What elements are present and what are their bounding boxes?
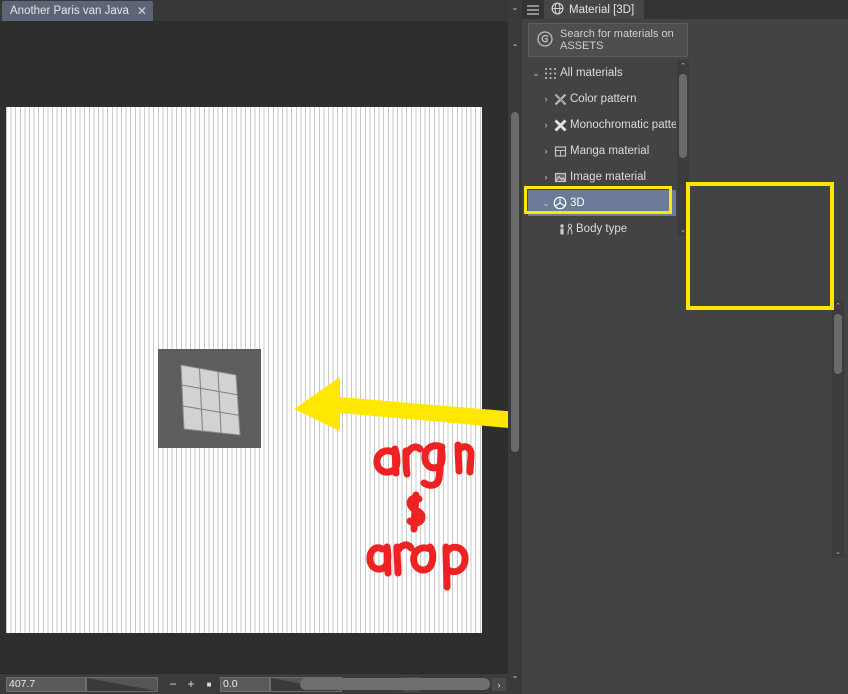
document-tab[interactable]: Another Paris van Java ✕ <box>2 1 153 21</box>
twisty-down-icon[interactable]: ⌄ <box>530 68 542 79</box>
mono-pattern-icon <box>552 117 568 133</box>
tree-item-label: Manga material <box>570 145 649 157</box>
highlight-box-3d-tree-item <box>524 186 672 214</box>
tree-item-monochromatic-pattern[interactable]: › Monochromatic patte <box>528 112 676 138</box>
document-tab-label: Another Paris van Java <box>10 5 129 17</box>
body-type-icon <box>558 221 574 236</box>
material-3d-icon <box>551 2 564 18</box>
document-pane: Another Paris van Java ✕ <box>0 0 508 694</box>
image-material-icon <box>552 169 568 185</box>
tree-item-label: Color pattern <box>570 93 636 105</box>
document-tabbar: Another Paris van Java ✕ <box>0 0 508 21</box>
scroll-up-arrow-icon[interactable]: ⌃ <box>508 40 522 54</box>
material-panel-titlebar: Material [3D] <box>522 0 848 19</box>
twisty-right-icon[interactable]: › <box>540 172 552 182</box>
tab-material-3d[interactable]: Material [3D] <box>544 0 644 19</box>
assets-search-button[interactable]: Search for materials on ASSETS <box>528 23 688 57</box>
zoom-value-field[interactable]: 407.7 <box>6 677 86 692</box>
canvas-statusbar: 407.7 − + ■ 0.0 ‹ › <box>0 673 508 694</box>
scroll-down-icon[interactable]: ⌄ <box>832 546 844 558</box>
zoom-in-button[interactable]: + <box>182 677 200 692</box>
tree-item-color-pattern[interactable]: › Color pattern <box>528 86 676 112</box>
scroll-up-icon[interactable]: ⌃ <box>677 60 689 72</box>
scrollbar-thumb[interactable] <box>834 314 842 374</box>
tree-item-body-type[interactable]: Body type <box>528 216 676 236</box>
plane-mesh-icon <box>158 349 261 448</box>
tree-item-label: All materials <box>560 67 623 79</box>
color-pattern-icon <box>552 91 568 107</box>
dropped-3d-plane-object[interactable] <box>158 349 261 448</box>
tag-panel-scrollbar[interactable]: ⌃ ⌄ <box>832 300 844 558</box>
canvas-page[interactable] <box>6 107 482 633</box>
dots-grid-icon <box>542 65 558 81</box>
rotation-value-field[interactable]: 0.0 <box>220 677 270 692</box>
drag-direction-arrow <box>292 369 542 433</box>
assets-search-label: Search for materials on ASSETS <box>560 28 687 52</box>
highlight-box-plane-thumbnail <box>686 182 834 310</box>
assets-logo-icon <box>537 31 553 50</box>
app-window: Another Paris van Java ✕ <box>0 0 848 694</box>
zoom-reset-button[interactable]: ■ <box>200 677 218 692</box>
horizontal-scrollbar[interactable] <box>300 678 490 690</box>
scrollbar-thumb[interactable] <box>679 74 687 158</box>
scroll-up-icon[interactable]: ⌄ <box>508 0 522 14</box>
chevron-right-icon[interactable]: › <box>492 678 506 691</box>
scroll-down-icon[interactable]: ⌄ <box>508 668 522 682</box>
twisty-right-icon[interactable]: › <box>540 120 552 130</box>
twisty-right-icon[interactable]: › <box>540 94 552 104</box>
tree-item-label: Body type <box>576 223 627 235</box>
tree-item-label: Monochromatic patte <box>570 119 676 131</box>
zoom-out-button[interactable]: − <box>164 677 182 692</box>
hamburger-menu-icon[interactable] <box>522 0 544 19</box>
drag-and-drop-annotation <box>358 425 488 600</box>
tab-material-3d-label: Material [3D] <box>569 4 634 16</box>
pane-scrollbar[interactable]: ⌄ ⌃ ⌄ <box>508 0 522 694</box>
material-panel: Material [3D] Search for materials on AS… <box>522 0 848 694</box>
tree-item-manga-material[interactable]: › Manga material <box>528 138 676 164</box>
close-icon[interactable]: ✕ <box>137 5 147 17</box>
tree-item-all-materials[interactable]: ⌄ All materials <box>528 60 676 86</box>
zoom-slider[interactable] <box>86 677 158 692</box>
manga-material-icon <box>552 143 568 159</box>
scrollbar-thumb[interactable] <box>511 112 519 452</box>
tree-item-label: Image material <box>570 171 646 183</box>
canvas-backdrop[interactable] <box>0 21 508 673</box>
twisty-right-icon[interactable]: › <box>540 146 552 156</box>
